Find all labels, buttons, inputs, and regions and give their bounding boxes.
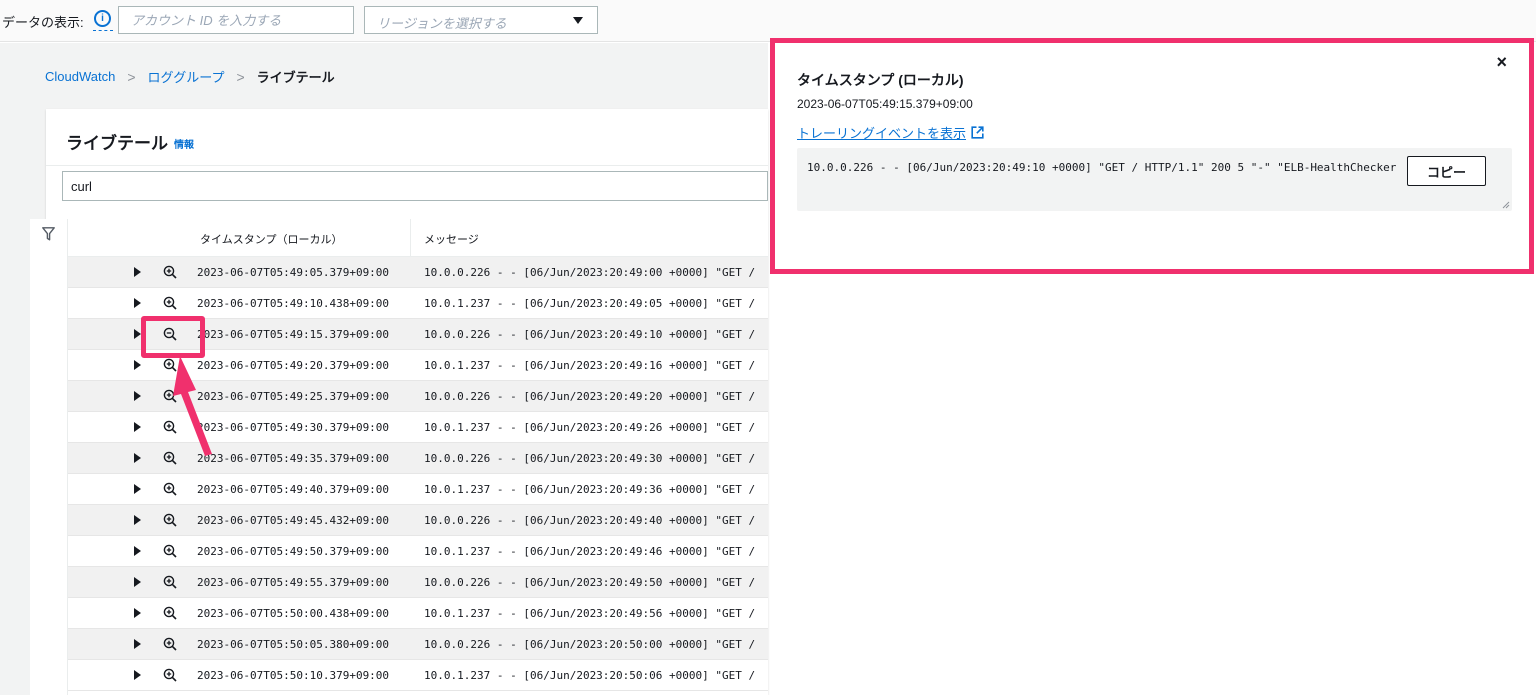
info-link[interactable]: 情報 xyxy=(174,136,194,151)
chevron-right-icon: > xyxy=(236,68,245,85)
expand-row-icon[interactable] xyxy=(134,360,141,370)
copy-button[interactable]: コピー xyxy=(1407,156,1486,186)
close-icon[interactable]: × xyxy=(1496,53,1507,71)
table-row[interactable]: 2023-06-07T05:49:45.432+09:00 10.0.0.226 … xyxy=(68,505,768,536)
expand-row-icon[interactable] xyxy=(134,670,141,680)
divider xyxy=(46,165,768,166)
page-title: ライブテール xyxy=(66,134,168,153)
row-timestamp: 2023-06-07T05:49:05.379+09:00 xyxy=(197,266,390,279)
data-view-label: データの表示: xyxy=(2,15,84,30)
expand-row-icon[interactable] xyxy=(134,453,141,463)
zoom-in-icon[interactable] xyxy=(163,575,177,589)
table-header: タイムスタンプ（ローカル） メッセージ xyxy=(68,219,768,257)
row-message: 10.0.1.237 - - [06/Jun/2023:20:49:05 +00… xyxy=(424,297,756,310)
row-timestamp: 2023-06-07T05:49:15.379+09:00 xyxy=(197,328,390,341)
expand-row-icon[interactable] xyxy=(134,577,141,587)
expand-row-icon[interactable] xyxy=(134,515,141,525)
caret-down-icon xyxy=(573,17,583,24)
popover-timestamp: 2023-06-07T05:49:15.379+09:00 xyxy=(797,97,973,111)
table-row[interactable]: 2023-06-07T05:49:50.379+09:00 10.0.1.237 … xyxy=(68,536,768,567)
column-header-timestamp[interactable]: タイムスタンプ（ローカル） xyxy=(200,231,342,247)
row-message: 10.0.0.226 - - [06/Jun/2023:20:49:50 +00… xyxy=(424,576,756,589)
row-timestamp: 2023-06-07T05:50:10.379+09:00 xyxy=(197,669,390,682)
row-timestamp: 2023-06-07T05:50:00.438+09:00 xyxy=(197,607,390,620)
expand-row-icon[interactable] xyxy=(134,484,141,494)
expand-row-icon[interactable] xyxy=(134,639,141,649)
info-icon[interactable]: i xyxy=(94,10,111,27)
row-message: 10.0.1.237 - - [06/Jun/2023:20:50:06 +00… xyxy=(424,669,756,682)
expand-row-icon[interactable] xyxy=(134,329,141,339)
expand-row-icon[interactable] xyxy=(134,546,141,556)
breadcrumb: CloudWatch > ロググループ > ライブテール xyxy=(45,67,335,86)
region-placeholder: リージョンを選択する xyxy=(377,16,507,31)
account-id-input[interactable] xyxy=(119,7,353,33)
external-link-icon xyxy=(971,126,984,139)
row-timestamp: 2023-06-07T05:49:40.379+09:00 xyxy=(197,483,390,496)
row-message: 10.0.0.226 - - [06/Jun/2023:20:50:00 +00… xyxy=(424,638,756,651)
resize-handle-icon[interactable] xyxy=(1502,201,1510,209)
row-message: 10.0.1.237 - - [06/Jun/2023:20:49:16 +00… xyxy=(424,359,756,372)
row-timestamp: 2023-06-07T05:49:10.438+09:00 xyxy=(197,297,390,310)
row-timestamp: 2023-06-07T05:49:45.432+09:00 xyxy=(197,514,390,527)
row-message: 10.0.1.237 - - [06/Jun/2023:20:49:36 +00… xyxy=(424,483,756,496)
expand-row-icon[interactable] xyxy=(134,422,141,432)
view-trailing-events-label: トレーリングイベントを表示 xyxy=(797,126,967,141)
event-detail-popover: × タイムスタンプ (ローカル) 2023-06-07T05:49:15.379… xyxy=(770,38,1534,274)
filter-input[interactable] xyxy=(63,172,767,200)
breadcrumb-cloudwatch[interactable]: CloudWatch xyxy=(45,69,115,84)
view-trailing-events-link[interactable]: トレーリングイベントを表示 xyxy=(797,123,984,142)
data-view-bar: データの表示: i リージョンを選択する xyxy=(0,0,1536,42)
row-timestamp: 2023-06-07T05:49:50.379+09:00 xyxy=(197,545,390,558)
row-message: 10.0.1.237 - - [06/Jun/2023:20:49:56 +00… xyxy=(424,607,756,620)
popover-title: タイムスタンプ (ローカル) xyxy=(797,72,964,88)
zoom-in-icon[interactable] xyxy=(163,606,177,620)
row-message: 10.0.1.237 - - [06/Jun/2023:20:49:46 +00… xyxy=(424,545,756,558)
table-row[interactable]: 2023-06-07T05:49:05.379+09:00 10.0.0.226 … xyxy=(68,257,768,288)
table-row[interactable]: 2023-06-07T05:49:40.379+09:00 10.0.1.237 … xyxy=(68,474,768,505)
zoom-in-icon[interactable] xyxy=(163,265,177,279)
table-row[interactable]: 2023-06-07T05:50:05.380+09:00 10.0.0.226 … xyxy=(68,629,768,660)
row-message: 10.0.0.226 - - [06/Jun/2023:20:49:00 +00… xyxy=(424,266,756,279)
region-select[interactable]: リージョンを選択する xyxy=(364,6,598,34)
info-underline xyxy=(93,30,113,31)
filter-field[interactable] xyxy=(62,171,768,201)
breadcrumb-log-groups[interactable]: ロググループ xyxy=(148,67,225,86)
row-message: 10.0.1.237 - - [06/Jun/2023:20:49:26 +00… xyxy=(424,421,756,434)
table-row[interactable]: 2023-06-07T05:49:55.379+09:00 10.0.0.226 … xyxy=(68,567,768,598)
zoom-in-icon[interactable] xyxy=(163,637,177,651)
filter-icon[interactable] xyxy=(42,227,55,241)
expand-row-icon[interactable] xyxy=(134,298,141,308)
expand-row-icon[interactable] xyxy=(134,608,141,618)
row-message: 10.0.0.226 - - [06/Jun/2023:20:49:10 +00… xyxy=(424,328,756,341)
zoom-in-icon[interactable] xyxy=(163,544,177,558)
zoom-in-icon[interactable] xyxy=(163,296,177,310)
row-message: 10.0.0.226 - - [06/Jun/2023:20:49:40 +00… xyxy=(424,514,756,527)
log-message-box[interactable]: 10.0.0.226 - - [06/Jun/2023:20:49:10 +00… xyxy=(797,148,1512,211)
row-timestamp: 2023-06-07T05:50:05.380+09:00 xyxy=(197,638,390,651)
table-row[interactable]: 2023-06-07T05:50:10.379+09:00 10.0.1.237 … xyxy=(68,660,768,691)
log-message-text: 10.0.0.226 - - [06/Jun/2023:20:49:10 +00… xyxy=(807,161,1397,174)
chevron-right-icon: > xyxy=(127,68,136,85)
table-row[interactable]: 2023-06-07T05:50:00.438+09:00 10.0.1.237 … xyxy=(68,598,768,629)
zoom-in-icon[interactable] xyxy=(163,668,177,682)
row-timestamp: 2023-06-07T05:49:55.379+09:00 xyxy=(197,576,390,589)
column-header-message[interactable]: メッセージ xyxy=(424,231,479,247)
breadcrumb-live-tail: ライブテール xyxy=(256,70,335,85)
column-divider[interactable] xyxy=(410,219,411,257)
table-row[interactable]: 2023-06-07T05:49:10.438+09:00 10.0.1.237 … xyxy=(68,288,768,319)
expand-row-icon[interactable] xyxy=(134,391,141,401)
arrow-annotation xyxy=(173,356,212,456)
zoom-in-icon[interactable] xyxy=(163,482,177,496)
row-message: 10.0.0.226 - - [06/Jun/2023:20:49:20 +00… xyxy=(424,390,756,403)
filter-column xyxy=(30,219,68,695)
account-id-field[interactable] xyxy=(118,6,354,34)
row-message: 10.0.0.226 - - [06/Jun/2023:20:49:30 +00… xyxy=(424,452,756,465)
zoom-in-icon[interactable] xyxy=(163,513,177,527)
expand-row-icon[interactable] xyxy=(134,267,141,277)
